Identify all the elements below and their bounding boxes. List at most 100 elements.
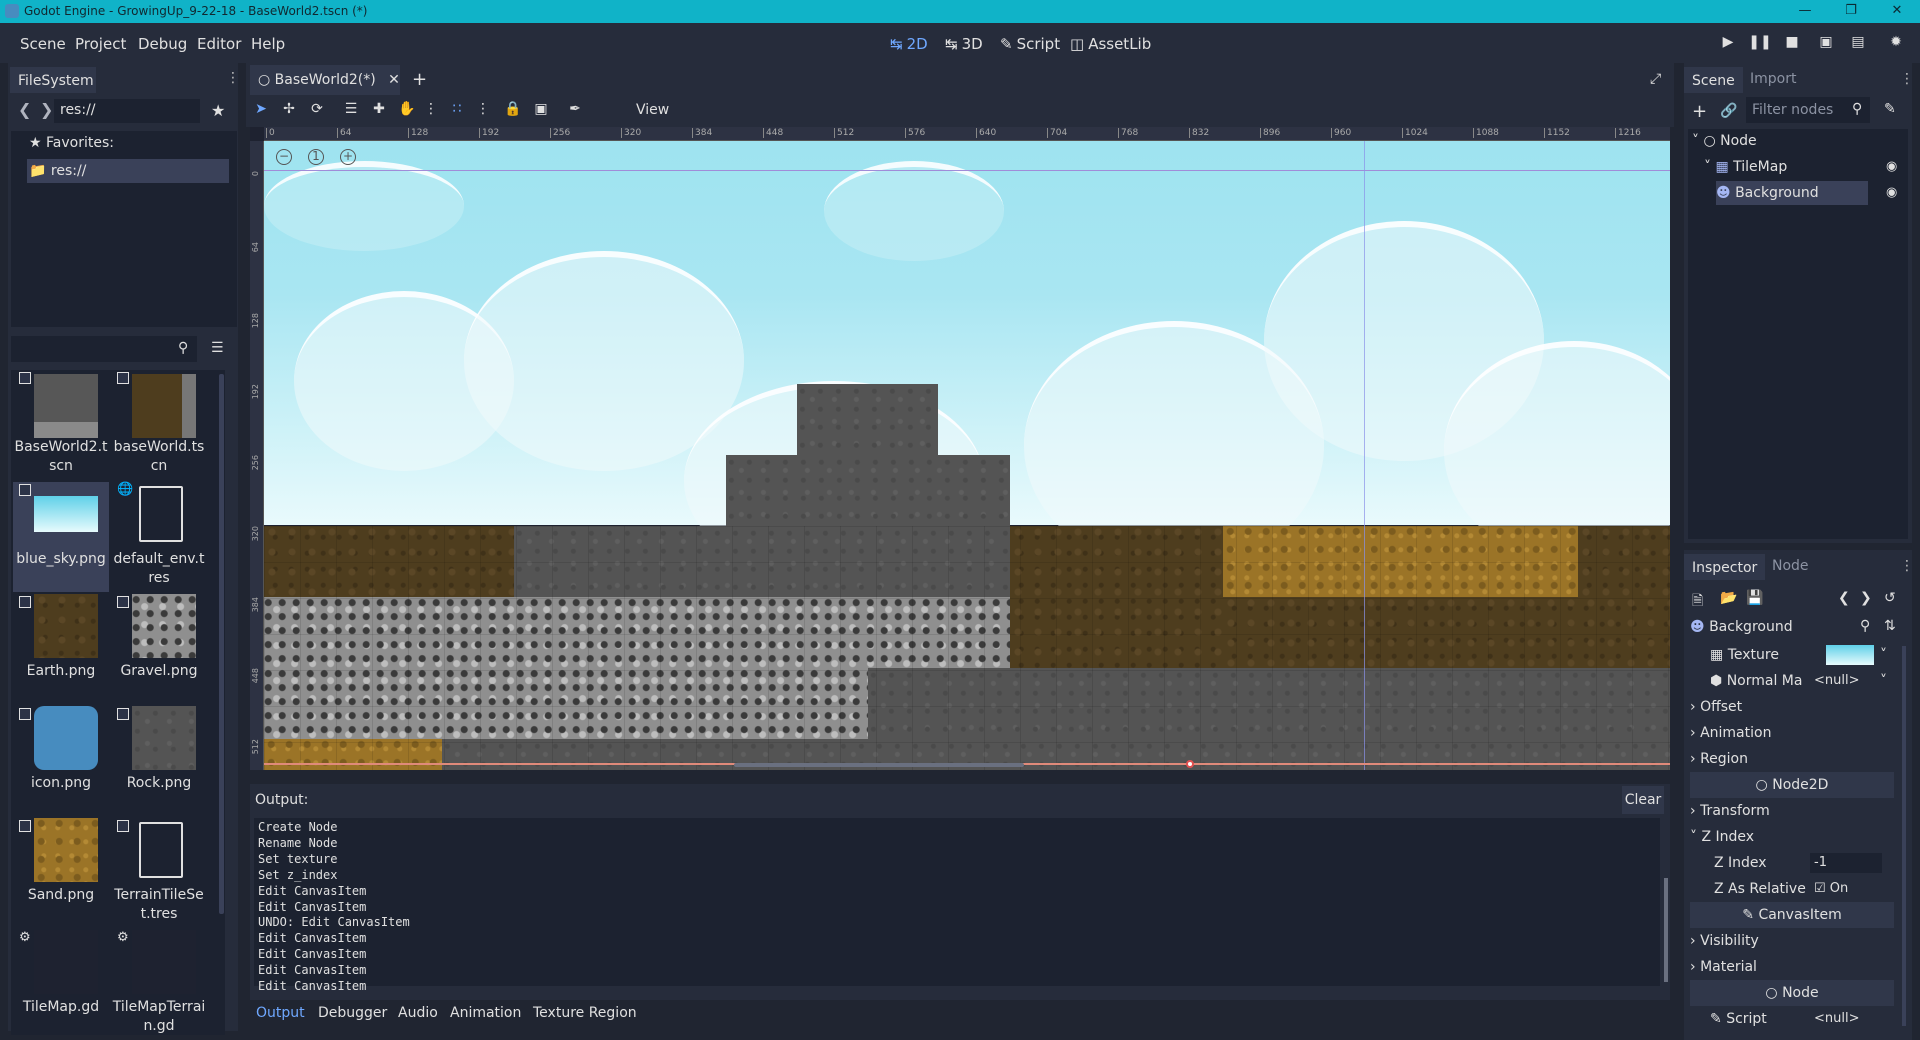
tab-animation[interactable]: Animation [450, 1005, 521, 1021]
script-attach-icon[interactable]: ✎ [1884, 101, 1896, 117]
tree-node-background[interactable]: ☻ Background [1716, 181, 1868, 205]
move-tool-icon[interactable]: ✢ [278, 101, 300, 121]
file-item[interactable]: baseWorld.tscn [111, 370, 207, 480]
menu-scene[interactable]: Scene [20, 35, 66, 53]
zoom-out-icon[interactable]: − [276, 149, 292, 165]
close-icon[interactable]: ✕ [1874, 0, 1920, 23]
section-region[interactable]: › Region [1690, 746, 1894, 772]
close-tab-icon[interactable]: ✕ [388, 72, 400, 88]
file-item[interactable]: Sand.png [13, 818, 109, 928]
tab-scene[interactable]: Scene [1684, 65, 1743, 93]
script-value[interactable]: <null> [1814, 1006, 1860, 1028]
kebab-menu-icon[interactable]: ⋮ [1900, 558, 1914, 574]
new-resource-icon[interactable]: 🗎 [1692, 590, 1703, 614]
file-item[interactable]: ⚙ TileMap.gd [13, 930, 109, 1035]
tab-texture-region[interactable]: Texture Region [533, 1005, 637, 1021]
scene-tab[interactable]: ○ BaseWorld2(*) ✕ [250, 65, 400, 95]
play-icon[interactable]: ▶ [1716, 34, 1740, 54]
history-icon[interactable]: ↺ [1884, 590, 1896, 606]
stop-icon[interactable]: ■ [1780, 34, 1804, 54]
object-properties-icon[interactable]: ⇅ [1884, 618, 1896, 634]
more-icon[interactable]: ⋮ [420, 101, 442, 121]
tree-node-tilemap[interactable]: ˅ ▦ TileMap [1704, 155, 1787, 179]
zoom-in-icon[interactable]: + [340, 149, 356, 165]
search-icon[interactable]: ⚲ [178, 340, 188, 356]
menu-debug[interactable]: Debug [138, 35, 187, 53]
distraction-free-icon[interactable]: ⤢ [1650, 71, 1661, 87]
menu-project[interactable]: Project [75, 35, 126, 53]
kebab-menu-icon[interactable]: ⋮ [1900, 71, 1914, 87]
menu-editor[interactable]: Editor [197, 35, 241, 53]
bone-icon[interactable]: ✒ [564, 101, 586, 121]
horizontal-scrollbar[interactable] [734, 763, 1024, 767]
mode-3d-button[interactable]: ↹ 3D [945, 35, 983, 53]
play-custom-scene-icon[interactable]: ▤ [1846, 34, 1870, 54]
back-icon[interactable]: ❮ [18, 100, 31, 119]
tab-audio[interactable]: Audio [398, 1005, 438, 1021]
visibility-eye-icon[interactable]: ◉ [1886, 185, 1897, 200]
file-item[interactable]: 🌐 default_env.tres [111, 482, 207, 592]
favorite-star-icon[interactable]: ★ [211, 101, 225, 120]
pan-tool-icon[interactable]: ✋ [396, 101, 418, 121]
file-item[interactable]: icon.png [13, 706, 109, 816]
tab-filesystem[interactable]: FileSystem [10, 65, 96, 93]
file-item[interactable]: blue_sky.png [13, 482, 109, 592]
open-folder-icon[interactable]: 📂 [1720, 590, 1737, 606]
section-transform[interactable]: › Transform [1690, 798, 1894, 824]
list-select-icon[interactable]: ☰ [340, 101, 362, 121]
link-icon[interactable]: 🔗 [1720, 103, 1737, 119]
mode-2d-button[interactable]: ↹ 2D [890, 35, 928, 53]
select-tool-icon[interactable]: ➤ [250, 101, 272, 121]
play-scene-icon[interactable]: ▣ [1814, 34, 1838, 54]
z-index-spinbox[interactable]: -1 [1810, 853, 1882, 873]
mode-assetlib-button[interactable]: ◫ AssetLib [1070, 35, 1151, 53]
favorites-row[interactable]: ★ Favorites: [29, 135, 114, 151]
tab-debugger[interactable]: Debugger [318, 1005, 387, 1021]
section-offset[interactable]: › Offset [1690, 694, 1894, 720]
minimize-icon[interactable]: — [1782, 0, 1828, 23]
log-scrollbar[interactable] [1664, 878, 1668, 982]
maximize-icon[interactable]: ❐ [1828, 0, 1874, 23]
path-field[interactable]: res:// [54, 99, 200, 123]
file-grid-scrollbar[interactable] [219, 374, 224, 914]
section-material[interactable]: › Material [1690, 954, 1894, 980]
rotate-tool-icon[interactable]: ⟳ [306, 101, 328, 121]
file-item[interactable]: Rock.png [111, 706, 207, 816]
list-view-icon[interactable]: ☰ [211, 340, 224, 356]
pivot-tool-icon[interactable]: ✚ [368, 101, 390, 121]
z-relative-checkbox[interactable]: ☑ On [1814, 876, 1848, 902]
view-menu[interactable]: View [636, 102, 669, 118]
save-icon[interactable]: 💾 [1746, 590, 1763, 606]
zoom-reset-button[interactable]: 1 [308, 149, 324, 165]
pivot-handle[interactable] [1186, 760, 1194, 768]
scene-render[interactable]: − 1 + [264, 141, 1670, 770]
chevron-down-icon[interactable]: ˅ [1880, 668, 1887, 694]
file-item[interactable]: Earth.png [13, 594, 109, 704]
file-item[interactable]: TerrainTileSet.tres [111, 818, 207, 928]
file-search-input[interactable] [11, 336, 197, 362]
menu-help[interactable]: Help [251, 35, 285, 53]
add-node-icon[interactable]: + [1692, 101, 1707, 122]
tab-import[interactable]: Import [1742, 65, 1804, 93]
file-item[interactable]: ⚙ TileMapTerrain.gd [111, 930, 207, 1035]
kebab-menu-icon[interactable]: ⋮ [226, 70, 240, 86]
tab-inspector[interactable]: Inspector [1684, 552, 1766, 580]
file-item[interactable]: Gravel.png [111, 594, 207, 704]
root-folder-row[interactable]: 📁 res:// [27, 159, 229, 183]
mode-script-button[interactable]: ✎ Script [1000, 35, 1060, 53]
section-animation[interactable]: › Animation [1690, 720, 1894, 746]
tab-output[interactable]: Output [256, 1005, 305, 1021]
pause-icon[interactable]: ❚❚ [1748, 34, 1772, 54]
section-visibility[interactable]: › Visibility [1690, 928, 1894, 954]
forward-icon[interactable]: ❯ [40, 100, 53, 119]
group-icon[interactable]: ▣ [530, 101, 552, 121]
file-item[interactable]: BaseWorld2.tscn [13, 370, 109, 480]
tree-node-root[interactable]: ˅ ○ Node [1692, 129, 1757, 153]
clear-button[interactable]: Clear [1622, 786, 1664, 814]
section-z-index[interactable]: ˅ Z Index [1690, 824, 1894, 850]
search-icon[interactable]: ⚲ [1860, 618, 1870, 634]
add-tab-icon[interactable]: + [412, 69, 427, 90]
texture-preview[interactable] [1826, 645, 1874, 665]
history-forward-icon[interactable]: ❯ [1860, 590, 1872, 606]
history-back-icon[interactable]: ❮ [1838, 590, 1850, 606]
